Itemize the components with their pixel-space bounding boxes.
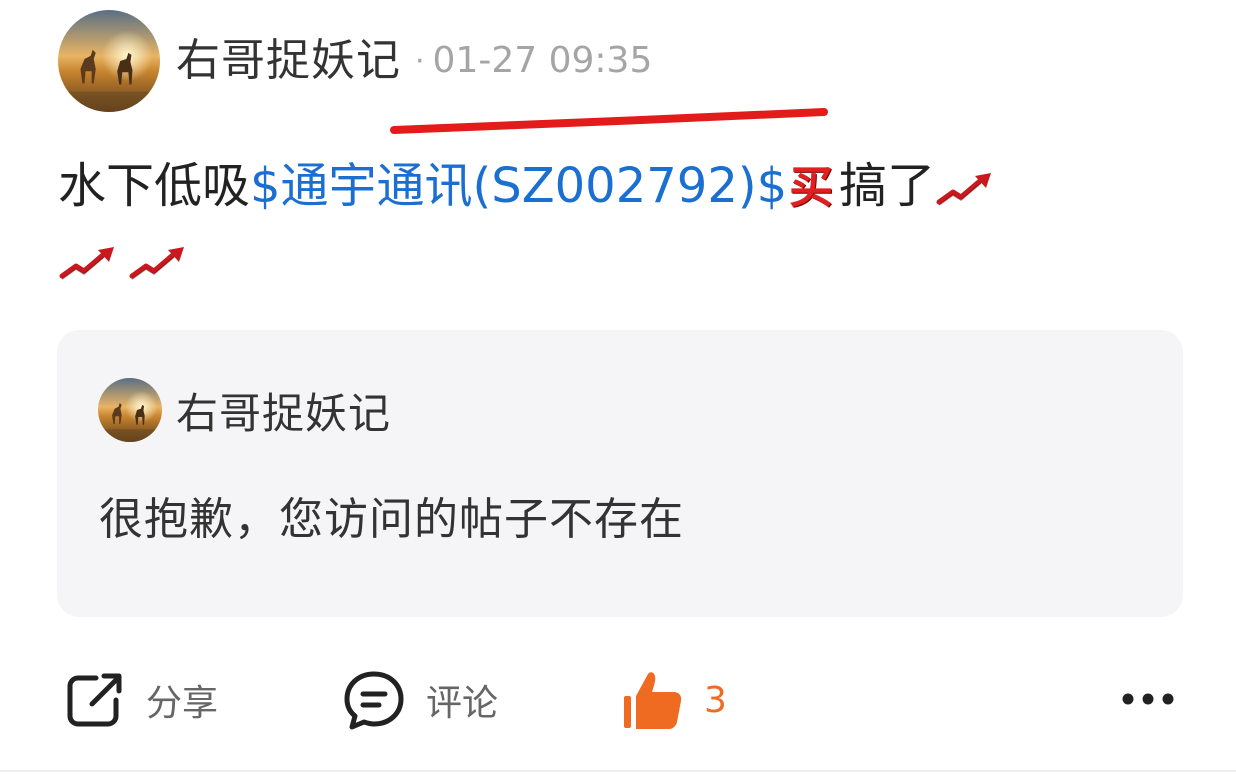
comment-label: 评论: [426, 683, 499, 724]
stock-rising-chart-icon: [58, 244, 120, 282]
horses-sunset-avatar-icon: [58, 10, 160, 112]
author-avatar[interactable]: [58, 10, 160, 112]
post-text-suffix: 搞了: [839, 158, 936, 214]
quoted-post-card[interactable]: 右哥捉妖记 很抱歉，您访问的帖子不存在: [57, 330, 1183, 617]
stock-rising-chart-icon: [935, 170, 997, 208]
post-timestamp: 01-27 09:35: [432, 40, 653, 81]
quoted-post-text: 很抱歉，您访问的帖子不存在: [99, 494, 684, 545]
share-button[interactable]: 分享: [62, 660, 218, 740]
more-dots-icon: [1122, 693, 1174, 705]
buy-badge: 买: [789, 162, 834, 213]
post-header: 右哥捉妖记 · 01-27 09:35: [58, 10, 652, 112]
quoted-author-name[interactable]: 右哥捉妖记: [176, 380, 391, 441]
author-name[interactable]: 右哥捉妖记: [176, 39, 401, 83]
comment-button[interactable]: 评论: [342, 660, 498, 740]
like-button[interactable]: 3: [622, 660, 727, 740]
divider: [0, 770, 1236, 772]
more-options-button[interactable]: [1120, 684, 1176, 714]
quoted-author-avatar[interactable]: [98, 378, 162, 442]
like-count: 3: [704, 679, 727, 721]
comment-icon: [342, 668, 406, 732]
share-icon: [62, 668, 126, 732]
post-text-prefix: 水下低吸: [58, 158, 251, 214]
horses-sunset-avatar-icon: [98, 378, 162, 442]
red-annotation-underline: [388, 104, 833, 140]
share-label: 分享: [146, 683, 219, 724]
thumbs-up-icon: [622, 668, 686, 732]
stock-rising-chart-icon: [128, 244, 190, 282]
stock-link[interactable]: $通宇通讯(SZ002792)$: [250, 158, 787, 214]
post-action-bar: 分享 评论 3: [0, 660, 1236, 740]
quoted-post-header: 右哥捉妖记: [98, 378, 391, 442]
timestamp-separator: ·: [415, 43, 425, 79]
post-content: 水下低吸$通宇通讯(SZ002792)$买 搞了: [58, 150, 1188, 296]
